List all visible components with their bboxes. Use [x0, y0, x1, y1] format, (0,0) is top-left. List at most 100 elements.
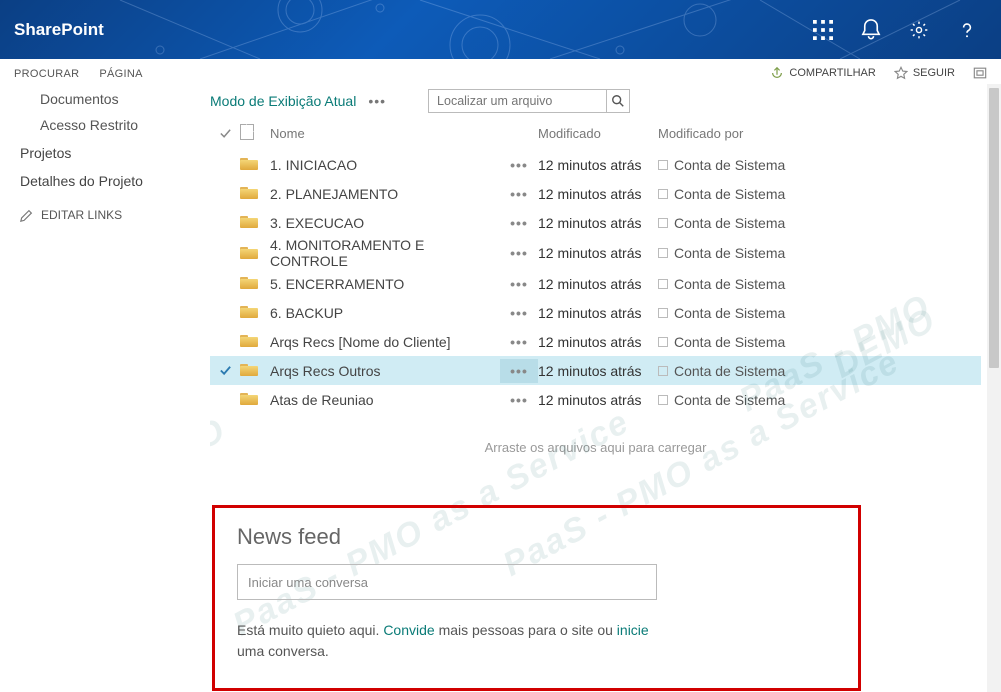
- presence-icon: [658, 308, 668, 318]
- item-menu-button[interactable]: •••: [500, 153, 538, 177]
- search-input[interactable]: [429, 90, 606, 112]
- edit-links-button[interactable]: EDITAR LINKS: [20, 208, 210, 222]
- item-name[interactable]: Atas de Reuniao: [270, 392, 500, 408]
- table-row[interactable]: Arqs Recs Outros•••12 minutos atrásConta…: [210, 356, 981, 385]
- tab-browse[interactable]: PROCURAR: [14, 68, 79, 80]
- search-icon: [611, 94, 625, 108]
- current-view-label[interactable]: Modo de Exibição Atual: [210, 93, 356, 109]
- toolbar: Modo de Exibição Atual •••: [210, 89, 981, 113]
- item-menu-button[interactable]: •••: [500, 241, 538, 265]
- sidebar-item-projetos[interactable]: Projetos: [20, 138, 210, 166]
- folder-icon: [240, 304, 270, 321]
- table-row[interactable]: 2. PLANEJAMENTO•••12 minutos atrásConta …: [210, 179, 981, 208]
- share-label: COMPARTILHAR: [789, 67, 875, 79]
- item-menu-button[interactable]: •••: [500, 388, 538, 412]
- presence-icon: [658, 248, 668, 258]
- table-row[interactable]: 6. BACKUP•••12 minutos atrásConta de Sis…: [210, 298, 981, 327]
- table-row[interactable]: Atas de Reuniao•••12 minutos atrásConta …: [210, 385, 981, 414]
- item-menu-button[interactable]: •••: [500, 211, 538, 235]
- main: Documentos Acesso Restrito Projetos Deta…: [0, 84, 1001, 692]
- suite-bar: SharePoint: [0, 0, 1001, 59]
- item-name[interactable]: Arqs Recs Outros: [270, 363, 500, 379]
- item-name[interactable]: 5. ENCERRAMENTO: [270, 276, 500, 292]
- newsfeed-placeholder: Iniciar uma conversa: [248, 575, 368, 590]
- folder-icon: [240, 362, 270, 379]
- row-checkbox[interactable]: [210, 364, 240, 377]
- presence-icon: [658, 279, 668, 289]
- newsfeed-message: Está muito quieto aqui. Convide mais pes…: [237, 620, 657, 662]
- ribbon: PROCURAR PÁGINA COMPARTILHAR SEGUIR: [0, 59, 1001, 84]
- pencil-icon: [20, 209, 33, 222]
- sidebar-item-documentos[interactable]: Documentos: [20, 86, 210, 112]
- view-menu-button[interactable]: •••: [368, 93, 386, 109]
- item-name[interactable]: 3. EXECUCAO: [270, 215, 500, 231]
- sidebar-item-detalhes-projeto[interactable]: Detalhes do Projeto: [20, 166, 210, 194]
- settings-icon[interactable]: [909, 20, 929, 40]
- item-modified: 12 minutos atrás: [538, 392, 658, 408]
- item-menu-button[interactable]: •••: [500, 330, 538, 354]
- search-box: [428, 89, 630, 113]
- share-button[interactable]: COMPARTILHAR: [770, 66, 875, 80]
- item-modified: 12 minutos atrás: [538, 334, 658, 350]
- table-row[interactable]: 4. MONITORAMENTO E CONTROLE•••12 minutos…: [210, 237, 981, 269]
- item-modified-by[interactable]: Conta de Sistema: [658, 157, 818, 173]
- table-row[interactable]: 5. ENCERRAMENTO•••12 minutos atrásConta …: [210, 269, 981, 298]
- table-row[interactable]: 1. INICIACAO•••12 minutos atrásConta de …: [210, 150, 981, 179]
- item-modified-by[interactable]: Conta de Sistema: [658, 215, 818, 231]
- edit-links-label: EDITAR LINKS: [41, 208, 122, 222]
- col-name[interactable]: Nome: [270, 126, 500, 141]
- table-header: Nome Modificado Modificado por: [210, 121, 981, 150]
- folder-icon: [240, 156, 270, 173]
- select-all-checkbox[interactable]: [210, 127, 240, 140]
- col-modified-by[interactable]: Modificado por: [658, 126, 818, 141]
- brand-label[interactable]: SharePoint: [14, 20, 104, 40]
- scrollbar-thumb[interactable]: [989, 88, 999, 368]
- type-header-icon[interactable]: [240, 124, 270, 143]
- newsfeed-panel: News feed Iniciar uma conversa Está muit…: [212, 505, 861, 691]
- help-icon[interactable]: [957, 20, 977, 40]
- invite-link[interactable]: Convide: [383, 622, 434, 638]
- item-name[interactable]: 6. BACKUP: [270, 305, 500, 321]
- folder-icon: [240, 185, 270, 202]
- folder-icon: [240, 275, 270, 292]
- item-menu-button[interactable]: •••: [500, 182, 538, 206]
- item-menu-button[interactable]: •••: [500, 272, 538, 296]
- vertical-scrollbar[interactable]: [987, 84, 1001, 692]
- item-name[interactable]: Arqs Recs [Nome do Cliente]: [270, 334, 500, 350]
- focus-button[interactable]: [973, 66, 987, 80]
- item-modified: 12 minutos atrás: [538, 276, 658, 292]
- follow-button[interactable]: SEGUIR: [894, 66, 955, 80]
- item-modified-by[interactable]: Conta de Sistema: [658, 363, 818, 379]
- notifications-icon[interactable]: [861, 20, 881, 40]
- sidebar-item-acesso-restrito[interactable]: Acesso Restrito: [20, 112, 210, 138]
- item-modified: 12 minutos atrás: [538, 363, 658, 379]
- sidebar: Documentos Acesso Restrito Projetos Deta…: [0, 84, 210, 692]
- item-modified-by[interactable]: Conta de Sistema: [658, 334, 818, 350]
- presence-icon: [658, 366, 668, 376]
- item-modified-by[interactable]: Conta de Sistema: [658, 392, 818, 408]
- item-menu-button[interactable]: •••: [500, 359, 538, 383]
- folder-icon: [240, 245, 270, 262]
- col-modified[interactable]: Modificado: [538, 126, 658, 141]
- item-modified: 12 minutos atrás: [538, 157, 658, 173]
- tab-page[interactable]: PÁGINA: [99, 68, 142, 80]
- follow-label: SEGUIR: [913, 67, 955, 79]
- presence-icon: [658, 189, 668, 199]
- item-name[interactable]: 1. INICIACAO: [270, 157, 500, 173]
- search-button[interactable]: [606, 90, 629, 112]
- start-conversation-link[interactable]: inicie: [617, 622, 649, 638]
- item-name[interactable]: 4. MONITORAMENTO E CONTROLE: [270, 237, 500, 269]
- item-modified-by[interactable]: Conta de Sistema: [658, 276, 818, 292]
- newsfeed-input[interactable]: Iniciar uma conversa: [237, 564, 657, 600]
- app-launcher-icon[interactable]: [813, 20, 833, 40]
- presence-icon: [658, 337, 668, 347]
- item-modified-by[interactable]: Conta de Sistema: [658, 305, 818, 321]
- item-modified-by[interactable]: Conta de Sistema: [658, 186, 818, 202]
- file-table: Nome Modificado Modificado por 1. INICIA…: [210, 121, 981, 414]
- table-row[interactable]: Arqs Recs [Nome do Cliente]•••12 minutos…: [210, 327, 981, 356]
- item-modified-by[interactable]: Conta de Sistema: [658, 245, 818, 261]
- table-row[interactable]: 3. EXECUCAO•••12 minutos atrásConta de S…: [210, 208, 981, 237]
- content: DEMO PaaS - PMO as a Service PaaS - PMO …: [210, 84, 1001, 692]
- item-name[interactable]: 2. PLANEJAMENTO: [270, 186, 500, 202]
- item-menu-button[interactable]: •••: [500, 301, 538, 325]
